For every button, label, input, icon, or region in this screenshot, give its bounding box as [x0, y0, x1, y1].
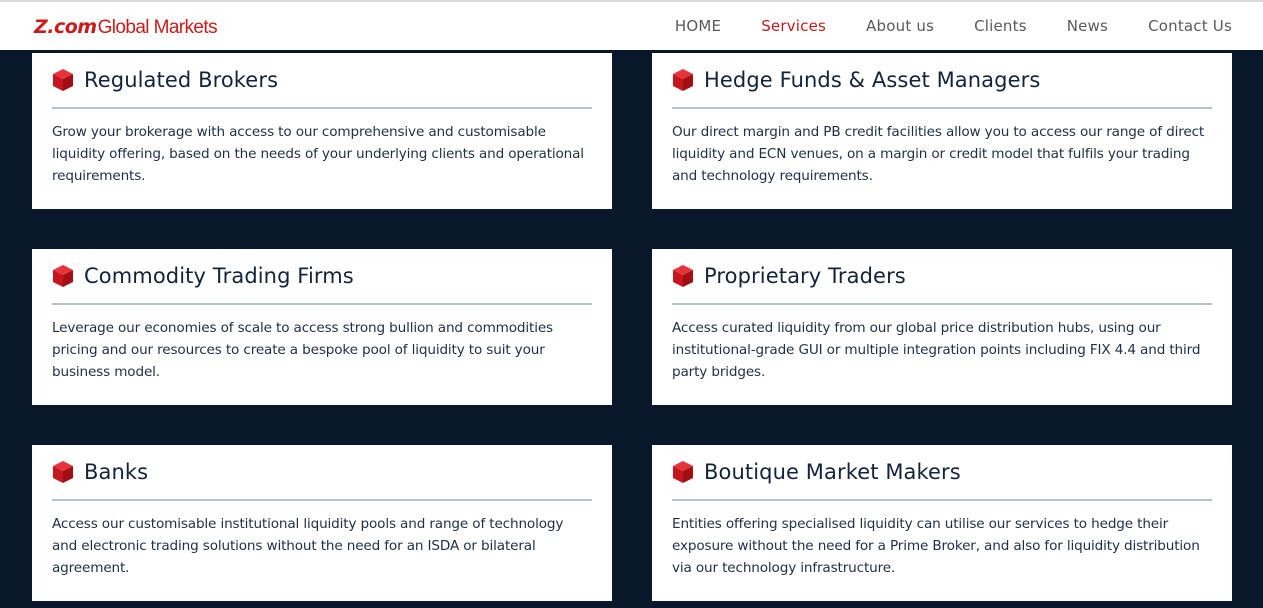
nav-about-us[interactable]: About us — [866, 17, 934, 35]
card-title: Banks — [84, 460, 149, 484]
card-title: Regulated Brokers — [84, 68, 279, 92]
service-card-proprietary-traders: Proprietary Traders Access curated liqui… — [652, 249, 1232, 405]
card-header: Boutique Market Makers — [672, 445, 1212, 501]
service-card-hedge-funds: Hedge Funds & Asset Managers Our direct … — [652, 53, 1232, 209]
card-description: Access curated liquidity from our global… — [672, 320, 1201, 380]
card-header: Regulated Brokers — [52, 53, 592, 109]
service-card-commodity-trading-firms: Commodity Trading Firms Leverage our eco… — [32, 249, 612, 405]
card-description: Access our customisable institutional li… — [52, 516, 564, 576]
red-cube-icon — [53, 265, 73, 287]
card-title: Boutique Market Makers — [704, 460, 961, 484]
service-card-boutique-market-makers: Boutique Market Makers Entities offering… — [652, 445, 1232, 601]
card-description: Entities offering specialised liquidity … — [672, 516, 1200, 576]
card-title: Commodity Trading Firms — [84, 264, 354, 288]
card-description: Leverage our economies of scale to acces… — [52, 320, 553, 380]
card-title: Hedge Funds & Asset Managers — [704, 68, 1041, 92]
red-cube-icon — [673, 265, 693, 287]
logo-global-markets: Global Markets — [97, 17, 218, 38]
main-nav: HOME Services About us Clients News Cont… — [635, 2, 1232, 50]
card-description: Grow your brokerage with access to our c… — [52, 124, 584, 184]
red-cube-icon — [53, 69, 73, 91]
service-card-banks: Banks Access our customisable institutio… — [32, 445, 612, 601]
card-title: Proprietary Traders — [704, 264, 906, 288]
card-header: Banks — [52, 445, 592, 501]
nav-news[interactable]: News — [1067, 17, 1108, 35]
card-header: Hedge Funds & Asset Managers — [672, 53, 1212, 109]
nav-services[interactable]: Services — [761, 17, 826, 35]
service-card-regulated-brokers: Regulated Brokers Grow your brokerage wi… — [32, 53, 612, 209]
nav-contact-us[interactable]: Contact Us — [1148, 17, 1232, 35]
red-cube-icon — [53, 461, 73, 483]
red-cube-icon — [673, 461, 693, 483]
card-description: Our direct margin and PB credit faciliti… — [672, 124, 1205, 184]
top-navigation-bar: Z.com Global Markets HOME Services About… — [0, 0, 1263, 50]
card-header: Proprietary Traders — [672, 249, 1212, 305]
card-header: Commodity Trading Firms — [52, 249, 592, 305]
brand-logo[interactable]: Z.com Global Markets — [34, 16, 218, 38]
logo-zcom: Z.com — [34, 16, 97, 38]
red-cube-icon — [673, 69, 693, 91]
nav-home[interactable]: HOME — [675, 17, 721, 35]
nav-clients[interactable]: Clients — [974, 17, 1027, 35]
